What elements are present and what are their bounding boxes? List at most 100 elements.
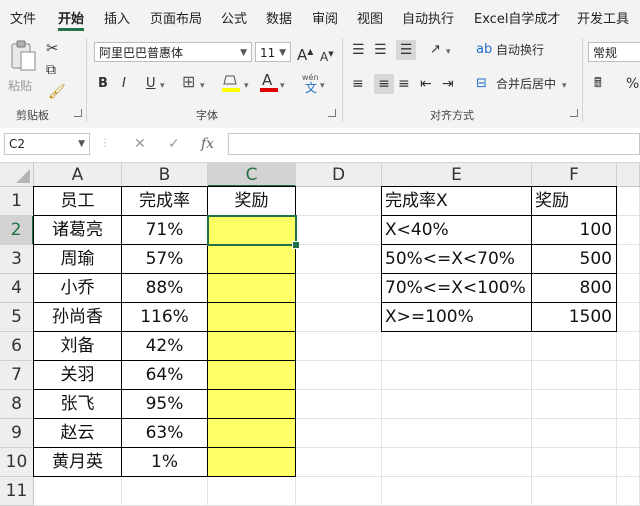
cell[interactable] (296, 245, 382, 274)
row-header-3[interactable]: 3 (0, 245, 34, 274)
cell[interactable] (617, 361, 640, 390)
column-header-d[interactable]: D (296, 163, 382, 187)
bold-button[interactable]: B (98, 74, 108, 94)
table-cell[interactable]: 42% (122, 332, 208, 361)
table-cell[interactable]: 刘备 (34, 332, 122, 361)
name-box[interactable]: C2 ▼ (4, 133, 90, 155)
chevron-down-icon[interactable]: ▾ (320, 76, 325, 96)
menu-home[interactable]: 开始 (58, 8, 84, 27)
clipboard-launcher-icon[interactable] (74, 109, 82, 117)
row-header-11[interactable]: 11 (0, 477, 34, 506)
reward-cell[interactable] (208, 216, 296, 245)
cell[interactable] (296, 390, 382, 419)
reward-cell[interactable] (208, 332, 296, 361)
menu-page-layout[interactable]: 页面布局 (150, 8, 202, 27)
cell[interactable] (296, 477, 382, 506)
formula-input[interactable] (228, 133, 640, 155)
cell[interactable] (382, 332, 532, 361)
menu-review[interactable]: 审阅 (312, 8, 338, 27)
table-cell[interactable]: 诸葛亮 (34, 216, 122, 245)
cell[interactable] (296, 216, 382, 245)
table-cell[interactable]: 1% (122, 448, 208, 477)
grow-font-button[interactable]: A▲ (297, 42, 313, 65)
increase-indent-icon[interactable]: ⇥ (442, 74, 454, 94)
cell[interactable] (296, 361, 382, 390)
column-header-c[interactable]: C (208, 163, 296, 187)
cell[interactable] (532, 390, 617, 419)
row-header-7[interactable]: 7 (0, 361, 34, 390)
alignment-launcher-icon[interactable] (570, 109, 578, 117)
lookup-reward-cell[interactable]: 100 (532, 216, 617, 245)
format-painter-icon[interactable]: 🖌 (48, 82, 66, 102)
cell[interactable] (382, 419, 532, 448)
table-cell[interactable]: 63% (122, 419, 208, 448)
phonetic-button[interactable]: 文 (305, 78, 317, 98)
underline-button[interactable]: U (146, 74, 156, 94)
cell[interactable] (208, 477, 296, 506)
chevron-down-icon[interactable]: ▾ (200, 76, 205, 96)
currency-icon[interactable]: 🖩 (594, 74, 602, 94)
menu-automate[interactable]: 自动执行 (402, 8, 454, 27)
cell[interactable] (532, 448, 617, 477)
cell[interactable] (617, 187, 640, 216)
lookup-condition-cell[interactable]: 50%<=X<70% (382, 245, 532, 274)
font-launcher-icon[interactable] (328, 109, 336, 117)
reward-cell[interactable] (208, 419, 296, 448)
table-cell[interactable]: 孙尚香 (34, 303, 122, 332)
chevron-down-icon[interactable]: ▾ (280, 76, 285, 96)
chevron-down-icon[interactable]: ▾ (160, 76, 165, 96)
table-header-cell[interactable]: 完成率 (122, 187, 208, 216)
cell[interactable] (296, 419, 382, 448)
fill-color-icon[interactable] (220, 72, 244, 94)
table-cell[interactable]: 95% (122, 390, 208, 419)
row-header-4[interactable]: 4 (0, 274, 34, 303)
number-format-select[interactable]: 常规 (588, 42, 640, 62)
shrink-font-button[interactable]: A▼ (320, 44, 334, 67)
cell[interactable] (532, 332, 617, 361)
column-header-e[interactable]: E (382, 163, 532, 187)
cell[interactable] (296, 332, 382, 361)
lookup-reward-cell[interactable]: 800 (532, 274, 617, 303)
borders-icon[interactable]: ⊞ (182, 72, 195, 92)
cell[interactable] (532, 361, 617, 390)
reward-cell[interactable] (208, 390, 296, 419)
italic-button[interactable]: I (122, 74, 126, 94)
more-options-icon[interactable]: ⋮ (100, 138, 110, 149)
font-color-button[interactable]: A (262, 70, 272, 90)
percent-button[interactable]: % (626, 74, 639, 94)
font-name-select[interactable]: 阿里巴巴普惠体 ▼ (94, 42, 252, 62)
merge-center-button[interactable]: 合并后居中 (496, 74, 556, 94)
column-header-g[interactable] (617, 163, 640, 187)
lookup-condition-cell[interactable]: X<40% (382, 216, 532, 245)
table-cell[interactable]: 57% (122, 245, 208, 274)
chevron-down-icon[interactable]: ▾ (562, 76, 567, 96)
row-header-1[interactable]: 1 (0, 187, 34, 216)
chevron-down-icon[interactable]: ▼ (78, 134, 85, 154)
cell[interactable] (296, 274, 382, 303)
row-header-5[interactable]: 5 (0, 303, 34, 332)
row-header-8[interactable]: 8 (0, 390, 34, 419)
table-cell[interactable]: 64% (122, 361, 208, 390)
column-header-a[interactable]: A (34, 163, 122, 187)
table-header-cell[interactable]: 奖励 (208, 187, 296, 216)
menu-formulas[interactable]: 公式 (221, 8, 247, 27)
cell[interactable] (296, 303, 382, 332)
align-middle-icon[interactable]: ☰ (374, 40, 387, 60)
table-cell[interactable]: 张飞 (34, 390, 122, 419)
row-header-9[interactable]: 9 (0, 419, 34, 448)
cell[interactable] (617, 303, 640, 332)
table-cell[interactable]: 116% (122, 303, 208, 332)
table-cell[interactable]: 88% (122, 274, 208, 303)
align-top-icon[interactable]: ☰ (352, 40, 365, 60)
menu-view[interactable]: 视图 (357, 8, 383, 27)
cell[interactable] (382, 361, 532, 390)
align-left-icon[interactable]: ≡ (352, 74, 364, 94)
fill-handle[interactable] (292, 241, 300, 249)
cell[interactable] (122, 477, 208, 506)
cell[interactable] (296, 448, 382, 477)
lookup-header-cell[interactable]: 奖励 (532, 187, 617, 216)
decrease-indent-icon[interactable]: ⇤ (420, 74, 432, 94)
lookup-condition-cell[interactable]: 70%<=X<100% (382, 274, 532, 303)
paste-icon[interactable] (8, 40, 38, 72)
cell[interactable] (617, 245, 640, 274)
